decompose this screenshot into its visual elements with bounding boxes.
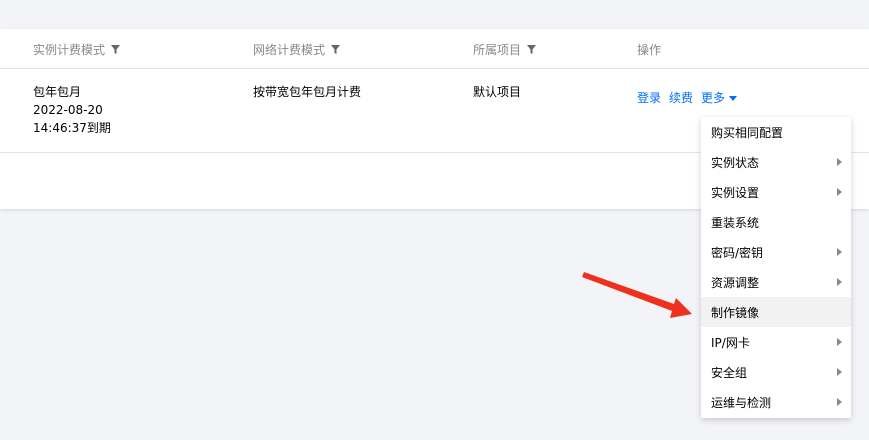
chevron-right-icon [837, 248, 842, 256]
menu-item-reinstall-system[interactable]: 重装系统 [701, 207, 851, 237]
menu-item-buy-same-config[interactable]: 购买相同配置 [701, 117, 851, 147]
column-header-label: 实例计费模式 [33, 43, 106, 57]
chevron-right-icon [837, 398, 842, 406]
filter-icon[interactable] [331, 45, 341, 54]
more-dropdown-button[interactable]: 更多 [701, 89, 738, 106]
column-header-actions: 操作 [637, 41, 661, 58]
chevron-right-icon [837, 278, 842, 286]
column-header-project[interactable]: 所属项目 [473, 41, 537, 58]
table-header: 实例计费模式 网络计费模式 所属项目 操作 [0, 29, 869, 69]
menu-item-create-image[interactable]: 制作镜像 [701, 297, 851, 327]
filter-icon[interactable] [527, 45, 537, 54]
menu-item-ops-detection[interactable]: 运维与检测 [701, 387, 851, 417]
billing-mode-text: 包年包月 [33, 85, 82, 99]
menu-item-security-group[interactable]: 安全组 [701, 357, 851, 387]
login-link[interactable]: 登录 [637, 89, 661, 106]
menu-item-label: 实例状态 [711, 155, 760, 170]
column-header-label: 网络计费模式 [253, 43, 326, 57]
chevron-right-icon [837, 188, 842, 196]
column-header-network-billing[interactable]: 网络计费模式 [253, 41, 341, 58]
menu-item-label: 安全组 [711, 365, 748, 380]
renew-link[interactable]: 续费 [669, 89, 693, 106]
menu-item-instance-status[interactable]: 实例状态 [701, 147, 851, 177]
red-arrow-annotation-icon [582, 272, 692, 318]
menu-item-password-key[interactable]: 密码/密钥 [701, 237, 851, 267]
menu-item-label: 实例设置 [711, 185, 760, 200]
network-billing-cell: 按带宽包年包月计费 [253, 85, 362, 99]
menu-item-label: 购买相同配置 [711, 125, 784, 140]
filter-icon[interactable] [111, 45, 121, 54]
chevron-right-icon [837, 338, 842, 346]
menu-item-label: 密码/密钥 [711, 245, 764, 260]
project-cell: 默认项目 [473, 85, 522, 99]
column-header-label: 操作 [637, 43, 662, 57]
expiry-time-text: 14:46:37到期 [33, 121, 111, 135]
page: 实例计费模式 网络计费模式 所属项目 操作 包年包月 2022-08-20 14… [0, 0, 869, 440]
menu-item-ip-nic[interactable]: IP/网卡 [701, 327, 851, 357]
chevron-right-icon [837, 158, 842, 166]
more-actions-menu: 购买相同配置 实例状态 实例设置 重装系统 密码/密钥 资源调整 制作镜像 IP… [701, 117, 851, 418]
caret-down-icon [729, 95, 738, 101]
menu-item-label: 运维与检测 [711, 395, 772, 410]
more-label: 更多 [701, 91, 726, 105]
chevron-right-icon [837, 368, 842, 376]
menu-item-label: IP/网卡 [711, 335, 750, 350]
billing-mode-cell: 包年包月 2022-08-20 14:46:37到期 [33, 83, 111, 137]
menu-item-label: 制作镜像 [711, 305, 760, 320]
menu-item-label: 资源调整 [711, 275, 760, 290]
menu-item-instance-settings[interactable]: 实例设置 [701, 177, 851, 207]
column-header-billing-mode[interactable]: 实例计费模式 [33, 41, 121, 58]
expiry-date-text: 2022-08-20 [33, 103, 103, 117]
menu-item-label: 重装系统 [711, 215, 760, 230]
menu-item-resource-adjust[interactable]: 资源调整 [701, 267, 851, 297]
actions-cell: 登录 续费 更多 [637, 89, 738, 106]
column-header-label: 所属项目 [473, 43, 522, 57]
